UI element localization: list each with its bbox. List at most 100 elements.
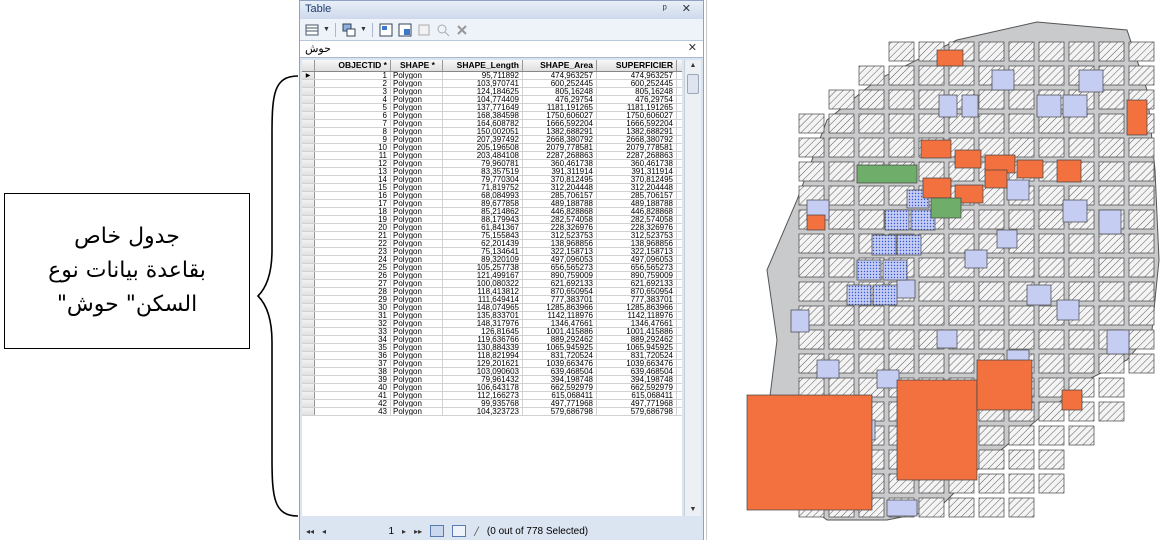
show-all-records-icon[interactable] <box>430 525 445 537</box>
hatched-block[interactable] <box>918 353 945 374</box>
hatched-block[interactable] <box>798 113 825 134</box>
hatched-block[interactable] <box>828 89 855 110</box>
table-row[interactable]: 29 Polygon 111,649414 777,383701 777,383701 <box>302 296 682 304</box>
chevron-down-icon[interactable]: ▼ <box>323 26 330 33</box>
hatched-block[interactable] <box>1098 257 1125 278</box>
highlighted-parcel[interactable] <box>872 284 898 306</box>
residential-parcel[interactable] <box>886 499 918 517</box>
vertical-scrollbar[interactable]: ▲ ▼ <box>684 60 701 516</box>
table-row[interactable]: 30 Polygon 148,074965 1285,863966 1285,86396… <box>302 304 682 312</box>
table-row[interactable]: 22 Polygon 62,201439 138,968856 138,968856 <box>302 240 682 248</box>
hatched-block[interactable] <box>1008 209 1035 230</box>
table-row[interactable]: 2 Polygon 103,970741 600,252445 600,252445 <box>302 80 682 88</box>
table-row[interactable]: 3 Polygon 124,184625 805,16248 805,16248 <box>302 88 682 96</box>
hatched-block[interactable] <box>858 89 885 110</box>
hatched-block[interactable] <box>1098 137 1125 158</box>
hatched-block[interactable] <box>1008 305 1035 326</box>
table-row[interactable]: 42 Polygon 99,935768 497,771968 497,771968 <box>302 400 682 408</box>
table-row[interactable]: 12 Polygon 79,960781 360,461738 360,461738 <box>302 160 682 168</box>
hatched-block[interactable] <box>1128 65 1155 86</box>
hatched-block[interactable] <box>1008 449 1035 470</box>
table-row[interactable]: 19 Polygon 88,179943 282,574058 282,574058 <box>302 216 682 224</box>
hatched-block[interactable] <box>1128 257 1155 278</box>
table-row[interactable]: 15 Polygon 71,819752 312,204448 312,204448 <box>302 184 682 192</box>
hatched-block[interactable] <box>1128 305 1155 326</box>
table-row[interactable]: 18 Polygon 85,214862 446,828868 446,828868 <box>302 208 682 216</box>
hatched-block[interactable] <box>828 185 855 206</box>
highlighted-parcel[interactable] <box>846 284 872 306</box>
related-tables-icon[interactable] <box>341 22 357 38</box>
row-selector[interactable] <box>302 288 315 295</box>
residential-parcel[interactable] <box>1056 299 1080 321</box>
hatched-block[interactable] <box>828 113 855 134</box>
hatched-block[interactable] <box>918 257 945 278</box>
row-selector[interactable] <box>302 208 315 215</box>
table-row[interactable]: 38 Polygon 103,090603 639,468504 639,468504 <box>302 368 682 376</box>
table-row[interactable]: 39 Polygon 79,961432 394,198748 394,198748 <box>302 376 682 384</box>
hatched-block[interactable] <box>1038 65 1065 86</box>
hatched-block[interactable] <box>1008 473 1035 494</box>
hatched-block[interactable] <box>828 305 855 326</box>
hatched-block[interactable] <box>1068 353 1095 374</box>
table-row[interactable]: 26 Polygon 121,499167 890,759009 890,759009 <box>302 272 682 280</box>
hatched-block[interactable] <box>948 305 975 326</box>
row-selector[interactable] <box>302 136 315 143</box>
row-selector[interactable] <box>302 336 315 343</box>
hatched-block[interactable] <box>1098 353 1125 374</box>
hatched-block[interactable] <box>858 185 885 206</box>
table-row[interactable]: 7 Polygon 164,608782 1666,592204 1666,592204 <box>302 120 682 128</box>
hatched-block[interactable] <box>978 329 1005 350</box>
previous-record-icon[interactable]: ◂ <box>322 527 326 536</box>
hatched-block[interactable] <box>1008 41 1035 62</box>
residential-parcel[interactable] <box>964 249 988 269</box>
table-row[interactable]: 34 Polygon 119,636766 889,292462 889,292462 <box>302 336 682 344</box>
switch-selection-icon[interactable] <box>397 22 413 38</box>
row-selector[interactable] <box>302 144 315 151</box>
hatched-block[interactable] <box>978 89 1005 110</box>
table-row[interactable]: 6 Polygon 168,384598 1750,606027 1750,606027 <box>302 112 682 120</box>
hatched-block[interactable] <box>798 281 825 302</box>
table-row[interactable]: 24 Polygon 89,320109 497,096053 497,096053 <box>302 256 682 264</box>
table-row[interactable]: 32 Polygon 148,317976 1346,47661 1346,47661 <box>302 320 682 328</box>
residential-parcel[interactable] <box>1062 199 1088 223</box>
hatched-block[interactable] <box>828 377 855 398</box>
residential-parcel[interactable] <box>876 369 900 389</box>
hatched-block[interactable] <box>948 65 975 86</box>
residential-parcel[interactable] <box>816 359 840 379</box>
hatched-block[interactable] <box>1008 329 1035 350</box>
green-space-parcel[interactable] <box>930 197 962 219</box>
column-header-superficier[interactable]: SUPERFICIER <box>597 60 677 71</box>
highlighted-parcel[interactable] <box>884 209 910 231</box>
first-record-icon[interactable]: ◂◂ <box>306 527 314 536</box>
hatched-block[interactable] <box>978 497 1005 518</box>
hatched-block[interactable] <box>1008 113 1035 134</box>
table-row[interactable]: 37 Polygon 129,201621 1039,663476 1039,66347… <box>302 360 682 368</box>
hatched-block[interactable] <box>978 209 1005 230</box>
clear-selection-icon[interactable] <box>416 22 432 38</box>
table-row[interactable]: 9 Polygon 207,397492 2668,380792 2668,380792 <box>302 136 682 144</box>
row-selector[interactable] <box>302 168 315 175</box>
row-selector[interactable] <box>302 176 315 183</box>
hatched-block[interactable] <box>828 209 855 230</box>
row-selector[interactable] <box>302 376 315 383</box>
table-row[interactable]: 13 Polygon 83,357519 391,311914 391,311914 <box>302 168 682 176</box>
table-options-icon[interactable] <box>304 22 320 38</box>
map-panel[interactable] <box>706 0 1176 540</box>
hatched-block[interactable] <box>918 281 945 302</box>
table-row[interactable]: 40 Polygon 106,643178 662,592979 662,592979 <box>302 384 682 392</box>
hatched-block[interactable] <box>858 209 885 230</box>
scroll-thumb[interactable] <box>687 74 699 94</box>
scroll-up-icon[interactable]: ▲ <box>685 60 701 72</box>
hatched-block[interactable] <box>858 329 885 350</box>
column-header-objectid[interactable]: OBJECTID * <box>315 60 391 71</box>
hatched-block[interactable] <box>1038 425 1065 446</box>
green-space-parcel[interactable] <box>856 164 918 184</box>
hatched-block[interactable] <box>1098 305 1125 326</box>
close-icon[interactable]: ✕ <box>688 41 697 54</box>
hatched-block[interactable] <box>1128 185 1155 206</box>
public-facility-parcel[interactable] <box>976 359 1033 411</box>
table-row[interactable]: 10 Polygon 205,196508 2079,778581 2079,77858… <box>302 144 682 152</box>
residential-parcel[interactable] <box>790 309 810 333</box>
hatched-block[interactable] <box>1008 257 1035 278</box>
next-record-icon[interactable]: ▸ <box>402 527 406 536</box>
